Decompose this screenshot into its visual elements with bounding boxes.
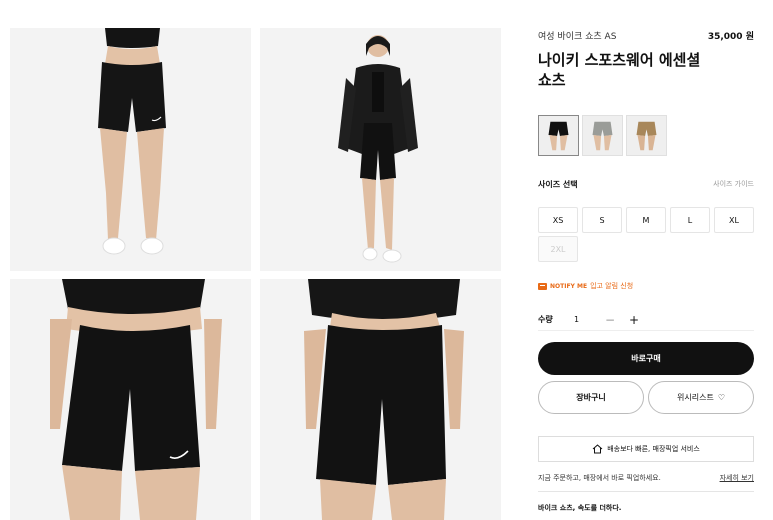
divider: [538, 491, 754, 492]
swatch-black[interactable]: [538, 115, 579, 156]
size-option-s[interactable]: S: [582, 207, 622, 233]
quantity-minus-button[interactable]: −: [598, 313, 622, 327]
quantity-plus-button[interactable]: +: [622, 313, 646, 327]
wishlist-label: 위시리스트: [677, 393, 714, 402]
product-title: 나이키 스포츠웨어 에센셜 쇼츠: [538, 51, 701, 89]
front-view-illustration: [10, 28, 251, 271]
product-image-closeup-back[interactable]: [260, 279, 501, 520]
quantity-label: 수량: [538, 315, 553, 324]
size-option-2xl: 2XL: [538, 236, 578, 262]
product-subtitle: 여성 바이크 쇼츠 AS: [538, 32, 617, 42]
chat-bubble-icon: [538, 282, 547, 290]
model-with-jacket-illustration: [260, 28, 501, 271]
notify-me-text: 입고 알림 신청: [590, 282, 634, 290]
size-option-xl[interactable]: XL: [714, 207, 754, 233]
swatch-black-thumbnail: [539, 116, 578, 155]
pickup-note: 지금 주문하고, 매장에서 바로 픽업하세요.: [538, 474, 661, 482]
swatch-grey-thumbnail: [583, 116, 622, 155]
add-to-cart-button[interactable]: 장바구니: [538, 381, 644, 414]
notify-me-link[interactable]: NOTIFY ME 입고 알림 신청: [538, 281, 633, 291]
description-headline: 바이크 쇼츠, 속도를 더하다.: [538, 504, 622, 512]
view-details-link[interactable]: 자세히 보기: [720, 473, 754, 483]
swatch-grey[interactable]: [582, 115, 623, 156]
product-gallery: [0, 0, 520, 520]
size-option-l[interactable]: L: [670, 207, 710, 233]
notify-me-badge: NOTIFY ME: [550, 282, 588, 290]
product-image-front[interactable]: [10, 28, 251, 271]
store-pickup-text: 배송보다 빠른, 매장픽업 서비스: [607, 445, 700, 453]
product-image-model[interactable]: [260, 28, 501, 271]
product-price: 35,000 원: [707, 32, 754, 42]
size-guide-link[interactable]: 사이즈 가이드: [713, 179, 754, 189]
home-icon: [592, 444, 603, 454]
quantity-value: 1: [574, 315, 580, 324]
wishlist-button[interactable]: 위시리스트 ♡: [648, 381, 754, 414]
closeup-front-illustration: [10, 279, 251, 520]
closeup-back-illustration: [260, 279, 501, 520]
product-image-closeup-front[interactable]: [10, 279, 251, 520]
size-option-m[interactable]: M: [626, 207, 666, 233]
size-options: XS S M L XL 2XL: [538, 207, 754, 262]
quantity-row: 수량 1 − +: [538, 309, 754, 331]
swatch-khaki-thumbnail: [627, 116, 666, 155]
product-info-panel: 여성 바이크 쇼츠 AS 35,000 원 나이키 스포츠웨어 에센셜 쇼츠 사…: [538, 0, 754, 520]
heart-icon: ♡: [717, 393, 725, 402]
store-pickup-banner[interactable]: 배송보다 빠른, 매장픽업 서비스: [538, 436, 754, 462]
size-select-label: 사이즈 선택: [538, 180, 578, 189]
buy-now-button[interactable]: 바로구매: [538, 342, 754, 375]
size-option-xs[interactable]: XS: [538, 207, 578, 233]
color-swatches: [538, 115, 667, 156]
swatch-khaki[interactable]: [626, 115, 667, 156]
